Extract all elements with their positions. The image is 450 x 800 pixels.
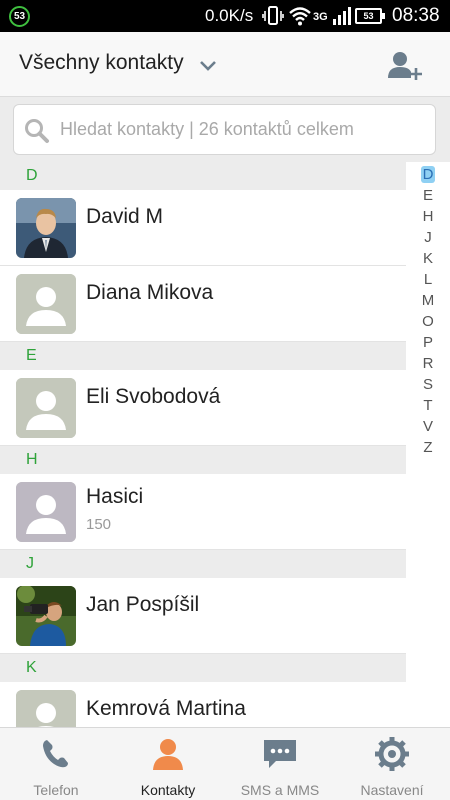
search-input[interactable] bbox=[60, 105, 428, 154]
index-letter-p[interactable]: P bbox=[414, 332, 442, 353]
person-placeholder-icon bbox=[16, 378, 76, 438]
tab-telefon[interactable]: Telefon bbox=[0, 728, 112, 800]
section-header-e: E bbox=[0, 342, 406, 370]
index-letter-m[interactable]: M bbox=[414, 290, 442, 311]
signal-icon bbox=[333, 7, 353, 30]
index-letter-r[interactable]: R bbox=[414, 353, 442, 374]
contact-row[interactable]: Eli Svobodová bbox=[0, 370, 406, 446]
contact-name: Diana Mikova bbox=[86, 281, 214, 304]
alphabet-index[interactable]: D E H J K L M O P R S T V Z bbox=[414, 164, 442, 458]
contact-row[interactable]: Kemrová Martina bbox=[0, 682, 406, 727]
avatar bbox=[16, 274, 76, 334]
add-contact-button[interactable] bbox=[387, 50, 423, 82]
net-speed: 0.0K/s bbox=[205, 6, 254, 25]
contact-row[interactable]: Jan Pospíšil bbox=[0, 578, 406, 654]
contact-name: David M bbox=[86, 205, 164, 228]
person-placeholder-icon bbox=[16, 482, 76, 542]
avatar bbox=[16, 378, 76, 438]
index-letter-d[interactable]: D bbox=[414, 164, 442, 185]
section-header-j: J bbox=[0, 550, 406, 578]
app-header: Všechny kontakty bbox=[0, 32, 450, 96]
contact-row[interactable]: David M bbox=[0, 190, 406, 266]
section-header-d: D bbox=[0, 162, 406, 190]
status-bar: 53 0.0K/s 3G 53 08:38 bbox=[0, 0, 450, 32]
tab-sms-mms[interactable]: SMS a MMS bbox=[224, 728, 336, 800]
vibrate-icon bbox=[262, 6, 284, 31]
phone-icon bbox=[43, 740, 68, 768]
avatar bbox=[16, 482, 76, 542]
contacts-filter-title[interactable]: Všechny kontakty bbox=[19, 51, 184, 75]
index-letter-o[interactable]: O bbox=[414, 311, 442, 332]
contact-row[interactable]: Diana Mikova bbox=[0, 266, 406, 342]
search-box[interactable] bbox=[13, 104, 436, 155]
search-icon bbox=[24, 118, 50, 149]
tab-label: SMS a MMS bbox=[240, 782, 320, 798]
notification-badge: 53 bbox=[9, 6, 30, 27]
contact-name: Eli Svobodová bbox=[86, 385, 221, 408]
tab-label: Nastavení bbox=[360, 782, 424, 798]
tab-nastaveni[interactable]: Nastavení bbox=[336, 728, 448, 800]
contact-number: 150 bbox=[86, 516, 112, 533]
search-bar bbox=[0, 96, 450, 162]
avatar bbox=[16, 586, 76, 646]
gear-icon bbox=[375, 737, 409, 771]
contact-row[interactable]: Hasici 150 bbox=[0, 474, 406, 550]
index-letter-j[interactable]: J bbox=[414, 227, 442, 248]
tab-label: Telefon bbox=[33, 782, 79, 798]
clock: 08:38 bbox=[392, 5, 440, 26]
index-letter-e[interactable]: E bbox=[414, 185, 442, 206]
index-letter-h[interactable]: H bbox=[414, 206, 442, 227]
person-placeholder-icon bbox=[16, 690, 76, 727]
contact-list[interactable]: D David M Diana Mikova E Eli Svobodová H… bbox=[0, 162, 406, 727]
index-letter-k[interactable]: K bbox=[414, 248, 442, 269]
index-letter-t[interactable]: T bbox=[414, 395, 442, 416]
chevron-down-icon[interactable] bbox=[200, 58, 216, 76]
avatar bbox=[16, 198, 76, 258]
index-letter-z[interactable]: Z bbox=[414, 437, 442, 458]
index-letter-s[interactable]: S bbox=[414, 374, 442, 395]
wifi-icon bbox=[289, 6, 311, 31]
tab-label: Kontakty bbox=[140, 782, 196, 798]
contact-name: Hasici bbox=[86, 485, 144, 508]
battery-icon: 53 bbox=[355, 8, 385, 24]
network-type: 3G bbox=[313, 11, 328, 23]
section-header-h: H bbox=[0, 446, 406, 474]
section-header-k: K bbox=[0, 654, 406, 682]
add-person-icon bbox=[388, 52, 422, 80]
person-placeholder-icon bbox=[16, 274, 76, 334]
index-letter-v[interactable]: V bbox=[414, 416, 442, 437]
bottom-navigation: Telefon Kontakty SMS a MMS Nastavení bbox=[0, 727, 450, 800]
contact-name: Jan Pospíšil bbox=[86, 593, 200, 616]
person-icon bbox=[153, 739, 183, 770]
avatar bbox=[16, 690, 76, 727]
contact-name: Kemrová Martina bbox=[86, 697, 246, 720]
tab-kontakty[interactable]: Kontakty bbox=[112, 728, 224, 800]
index-letter-l[interactable]: L bbox=[414, 269, 442, 290]
message-icon bbox=[264, 740, 296, 768]
